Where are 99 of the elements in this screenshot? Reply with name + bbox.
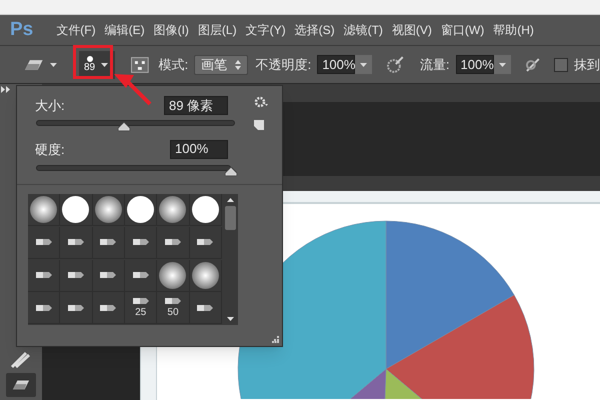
brush-preset[interactable] xyxy=(92,194,125,226)
scroll-thumb[interactable] xyxy=(224,206,236,230)
flow-field[interactable]: 100% xyxy=(456,55,494,74)
brush-tip-icon xyxy=(132,238,149,246)
scroll-down-icon[interactable] xyxy=(226,317,234,321)
collapse-arrows-icon[interactable] xyxy=(1,86,11,93)
soft-brush-tip-icon xyxy=(94,196,122,223)
soft-brush-tip-icon xyxy=(159,196,186,223)
mode-label: 模式: xyxy=(158,56,188,74)
slider-thumb[interactable] xyxy=(118,122,130,130)
annotation-arrow xyxy=(114,74,152,106)
flow-label: 流量: xyxy=(420,56,450,74)
menu-item[interactable]: 视图(V) xyxy=(392,21,432,39)
scrollbar[interactable] xyxy=(222,194,238,325)
menu-item[interactable]: 图层(L) xyxy=(198,21,237,39)
menu-item[interactable]: 编辑(E) xyxy=(104,21,145,39)
brush-tip-icon xyxy=(100,238,116,246)
opacity-field[interactable]: 100% xyxy=(317,55,356,74)
brush-preset[interactable] xyxy=(157,194,190,226)
brush-preset[interactable] xyxy=(157,226,190,259)
brush-preset[interactable] xyxy=(60,194,93,226)
brush-preset[interactable] xyxy=(92,260,125,292)
settings-icon[interactable] xyxy=(254,96,268,108)
brush-tip-icon xyxy=(132,297,149,306)
brush-tip-icon xyxy=(132,271,149,279)
opacity-dropdown-button[interactable] xyxy=(355,55,372,74)
brush-tip-icon xyxy=(100,271,116,279)
menu-item[interactable]: 图像(I) xyxy=(154,21,189,39)
brush-tip-icon xyxy=(164,238,181,246)
size-label: 大小: xyxy=(35,97,66,115)
caret-icon xyxy=(498,62,506,66)
brush-size-label: 25 xyxy=(135,307,146,318)
brush-tip-icon xyxy=(68,304,84,312)
hard-brush-tip-icon xyxy=(192,196,219,223)
new-preset-icon[interactable] xyxy=(254,120,264,130)
airbrush-icon[interactable] xyxy=(524,56,542,72)
resize-grip-icon[interactable] xyxy=(272,336,279,343)
menu-item[interactable]: 滤镜(T) xyxy=(344,21,383,39)
soft-brush-tip-icon xyxy=(159,262,186,288)
brush-tip-icon xyxy=(197,304,214,312)
hardness-field[interactable]: 100% xyxy=(170,140,228,158)
brush-preset[interactable] xyxy=(190,194,222,226)
mode-select[interactable]: 画笔 xyxy=(194,54,248,74)
brush-preset[interactable] xyxy=(124,194,158,226)
erase-history-label: 抹到 xyxy=(574,56,600,74)
brush-preset[interactable] xyxy=(124,260,158,292)
brush-preset[interactable] xyxy=(60,226,93,259)
brush-tip-icon xyxy=(36,304,52,312)
pressure-brush-icon[interactable] xyxy=(386,56,404,74)
highlight-frame xyxy=(73,45,113,79)
brush-preset[interactable]: 25 xyxy=(124,292,158,324)
brush-preset[interactable] xyxy=(28,226,60,259)
brush-tip-icon xyxy=(36,271,52,279)
erase-history-checkbox[interactable] xyxy=(554,58,568,72)
brush-preset[interactable] xyxy=(28,292,60,324)
menu-item[interactable]: 文字(Y) xyxy=(246,21,286,39)
brush-preset[interactable]: 50 xyxy=(157,292,190,324)
brush-preset[interactable] xyxy=(92,292,125,324)
menu-item[interactable]: 文件(F) xyxy=(56,21,96,39)
brush-preset[interactable] xyxy=(157,260,190,292)
caret-icon xyxy=(100,62,108,66)
app-logo: Ps xyxy=(10,18,34,42)
scroll-up-icon[interactable] xyxy=(226,198,234,202)
brush-tip-icon xyxy=(36,238,52,246)
soft-brush-tip-icon xyxy=(30,196,58,223)
brush-size-label: 50 xyxy=(167,307,179,318)
brush-tip-icon xyxy=(197,238,214,246)
brush-preset[interactable] xyxy=(190,226,222,259)
eraser-icon xyxy=(12,379,30,391)
caret-icon xyxy=(50,62,57,66)
brush-preset[interactable] xyxy=(28,194,60,226)
hard-brush-tip-icon xyxy=(62,196,90,223)
opacity-label: 不透明度: xyxy=(256,56,312,74)
menu-item[interactable]: 帮助(H) xyxy=(493,21,534,39)
brush-tip-icon xyxy=(164,297,181,306)
brush-preset[interactable] xyxy=(60,260,93,292)
size-field[interactable]: 89 像素 xyxy=(164,96,228,115)
brush-preset[interactable] xyxy=(28,260,60,292)
brush-tip-icon xyxy=(68,238,84,246)
brush-tip-icon xyxy=(100,304,116,312)
brush-preset[interactable] xyxy=(60,292,93,324)
brush-tool-icon[interactable] xyxy=(10,351,32,369)
flow-dropdown-button[interactable] xyxy=(494,55,511,74)
brush-preset[interactable] xyxy=(190,292,222,324)
eraser-tool-button[interactable] xyxy=(6,373,36,397)
soft-brush-tip-icon xyxy=(192,262,219,288)
hard-brush-tip-icon xyxy=(127,196,154,223)
brush-size-value: 89 xyxy=(84,62,96,73)
menu-item[interactable]: 选择(S) xyxy=(294,21,335,39)
brush-preset[interactable] xyxy=(190,260,222,292)
menu-item[interactable]: 窗口(W) xyxy=(440,21,484,39)
brush-preset[interactable] xyxy=(124,226,158,259)
eraser-icon[interactable] xyxy=(24,58,44,70)
hardness-label: 硬度: xyxy=(35,140,66,158)
brush-tip-icon xyxy=(68,271,84,279)
updown-icon xyxy=(234,60,241,70)
brush-panel-toggle-icon[interactable] xyxy=(130,56,149,72)
caret-icon xyxy=(360,62,368,66)
brush-preset[interactable] xyxy=(92,226,125,259)
